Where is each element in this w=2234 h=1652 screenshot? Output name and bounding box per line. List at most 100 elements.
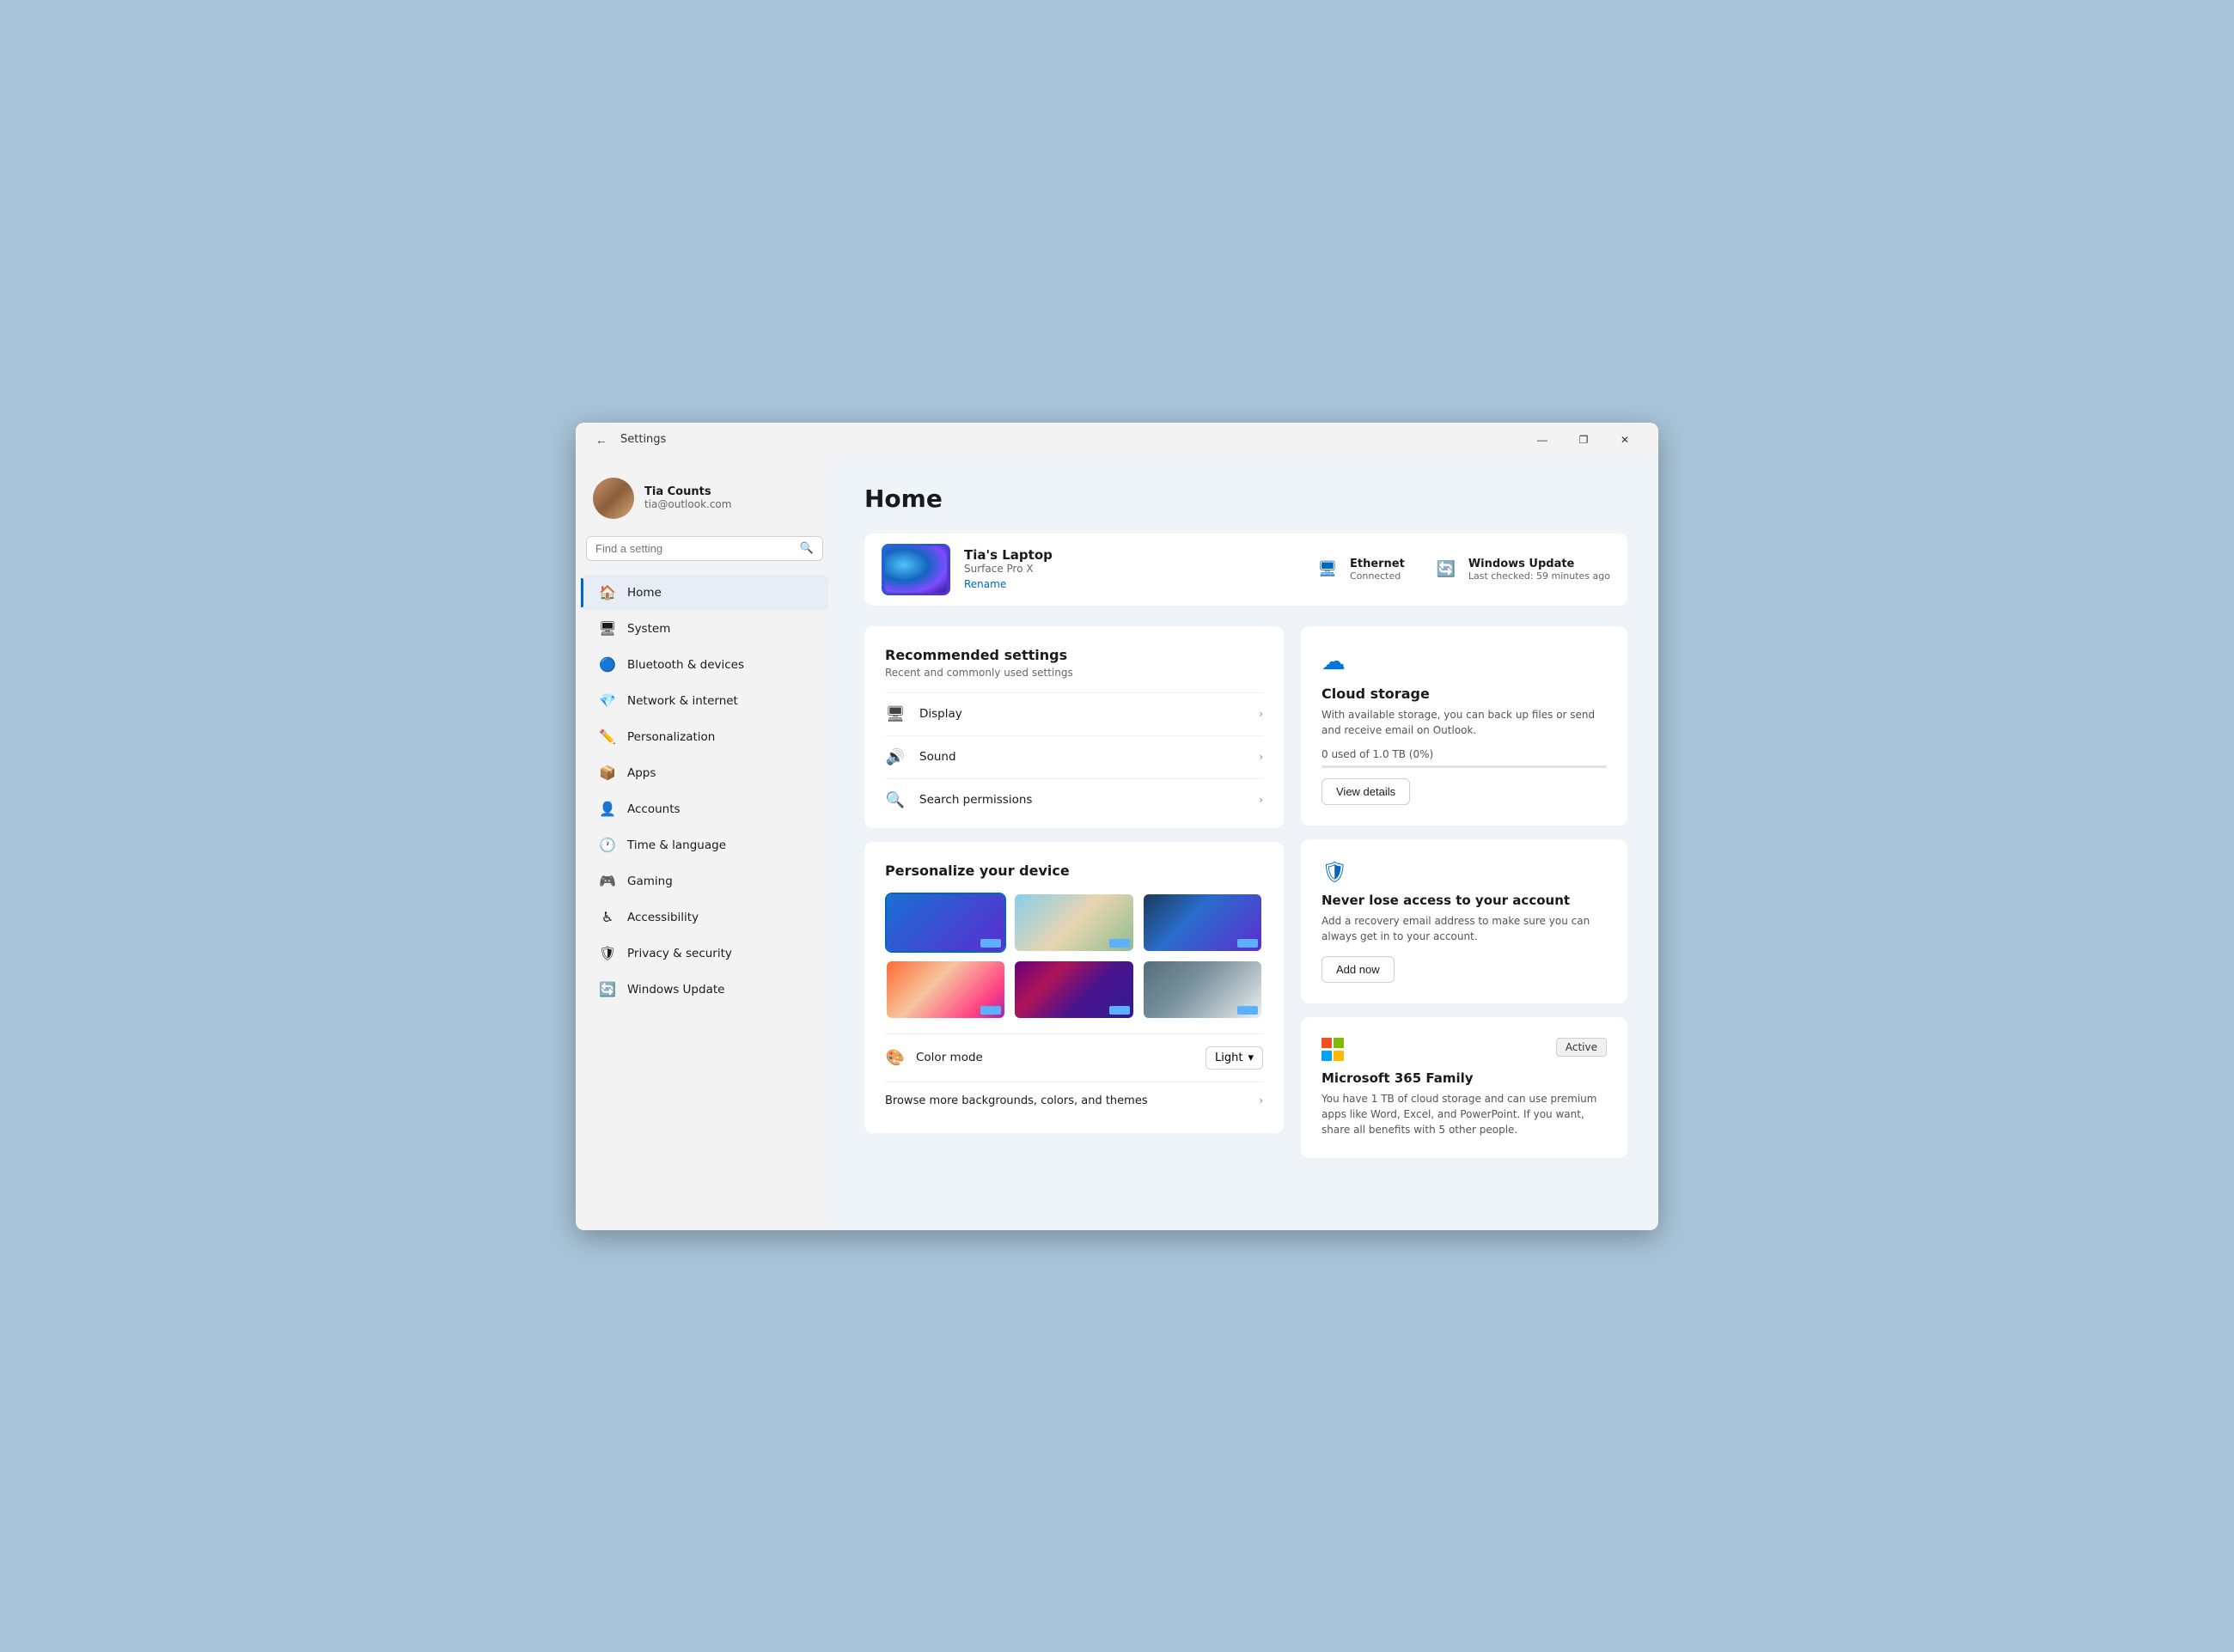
left-column: Recommended settings Recent and commonly…: [864, 626, 1284, 1158]
right-column: ☁ Cloud storage With available storage, …: [1301, 626, 1627, 1158]
nav-container: 🏠 Home 🖥 System 🔵 Bluetooth & devices 💎 …: [576, 575, 833, 1008]
device-model: Surface Pro X: [964, 563, 1314, 575]
maximize-button[interactable]: ❐: [1564, 426, 1603, 454]
cloud-icon: ☁: [1321, 647, 1607, 675]
nav-label-personalization: Personalization: [627, 730, 715, 744]
minimize-button[interactable]: —: [1523, 426, 1562, 454]
browse-label: Browse more backgrounds, colors, and the…: [885, 1094, 1259, 1107]
browse-chevron-icon: ›: [1259, 1094, 1263, 1106]
wallpaper-bar-wp4: [980, 1006, 1001, 1015]
nav-icon-accessibility: ♿: [598, 908, 617, 927]
color-mode-row: 🎨 Color mode Light ▾: [885, 1033, 1263, 1082]
nav-label-accounts: Accounts: [627, 802, 681, 816]
search-icon: 🔍: [800, 542, 814, 555]
wallpaper-wp4[interactable]: [885, 960, 1006, 1020]
sidebar-item-home[interactable]: 🏠 Home: [581, 575, 828, 611]
nav-icon-privacy: 🛡: [598, 944, 617, 963]
sidebar-item-update[interactable]: 🔄 Windows Update: [581, 972, 828, 1008]
nav-icon-system: 🖥: [598, 619, 617, 638]
storage-bar: [1321, 765, 1607, 768]
setting-label-search: Search permissions: [919, 793, 1245, 807]
nav-label-privacy: Privacy & security: [627, 947, 732, 960]
wallpaper-wp6[interactable]: [1142, 960, 1263, 1020]
sidebar-item-accessibility[interactable]: ♿ Accessibility: [581, 899, 828, 936]
wallpaper-wp1[interactable]: [885, 893, 1006, 953]
nav-label-network: Network & internet: [627, 694, 738, 708]
active-badge: Active: [1556, 1038, 1607, 1057]
recommended-item-display[interactable]: 🖥 Display ›: [885, 692, 1263, 735]
device-image: [882, 544, 950, 595]
nav-icon-apps: 📦: [598, 764, 617, 783]
nav-label-system: System: [627, 622, 670, 636]
wallpaper-bar-wp3: [1237, 939, 1258, 948]
ethernet-icon: 🖥: [1314, 556, 1341, 583]
nav-label-accessibility: Accessibility: [627, 911, 699, 924]
rename-link[interactable]: Rename: [964, 578, 1006, 590]
avatar: [593, 478, 634, 519]
m365-title: Microsoft 365 Family: [1321, 1070, 1607, 1086]
wallpaper-bar-wp5: [1109, 1006, 1130, 1015]
m365-logo: [1321, 1038, 1346, 1062]
cloud-description: With available storage, you can back up …: [1321, 707, 1607, 738]
nav-icon-accounts: 👤: [598, 800, 617, 819]
device-info: Tia's Laptop Surface Pro X Rename: [964, 547, 1314, 591]
color-mode-label: Color mode: [916, 1051, 1195, 1064]
color-mode-icon: 🎨: [885, 1049, 906, 1067]
close-button[interactable]: ✕: [1605, 426, 1645, 454]
settings-window: ← Settings — ❐ ✕ Tia Counts tia@outlook.…: [576, 423, 1658, 1230]
recommended-item-search[interactable]: 🔍 Search permissions ›: [885, 778, 1263, 821]
device-image-inner: [885, 546, 947, 593]
right-pane: Home Tia's Laptop Surface Pro X Rename 🖥…: [833, 457, 1658, 1230]
titlebar-left: ← Settings: [589, 428, 666, 452]
shield-icon: 🛡: [1321, 860, 1607, 884]
windows-update-label: Windows Update: [1468, 558, 1610, 570]
windows-update-icon: 🔄: [1432, 556, 1460, 583]
recommended-item-sound[interactable]: 🔊 Sound ›: [885, 735, 1263, 778]
wallpaper-wp2[interactable]: [1013, 893, 1134, 953]
sidebar-item-network[interactable]: 💎 Network & internet: [581, 683, 828, 719]
back-button[interactable]: ←: [589, 428, 613, 452]
sidebar-item-system[interactable]: 🖥 System: [581, 611, 828, 647]
setting-icon-sound: 🔊: [885, 748, 906, 766]
browse-row[interactable]: Browse more backgrounds, colors, and the…: [885, 1082, 1263, 1119]
sidebar-item-accounts[interactable]: 👤 Accounts: [581, 791, 828, 827]
search-input[interactable]: [595, 542, 795, 555]
window-title: Settings: [620, 433, 666, 446]
color-mode-select[interactable]: Light ▾: [1206, 1046, 1263, 1070]
wallpaper-wp3[interactable]: [1142, 893, 1263, 953]
nav-icon-gaming: 🎮: [598, 872, 617, 891]
device-status: 🖥 Ethernet Connected 🔄 Windows Update La…: [1314, 556, 1610, 583]
wallpaper-bar-wp2: [1109, 939, 1130, 948]
sidebar-item-personalization[interactable]: ✏️ Personalization: [581, 719, 828, 755]
setting-label-sound: Sound: [919, 750, 1245, 764]
sidebar-item-privacy[interactable]: 🛡 Privacy & security: [581, 936, 828, 972]
wallpaper-wp5[interactable]: [1013, 960, 1134, 1020]
view-details-button[interactable]: View details: [1321, 778, 1410, 805]
sidebar-item-bluetooth[interactable]: 🔵 Bluetooth & devices: [581, 647, 828, 683]
chevron-down-icon: ▾: [1248, 1052, 1254, 1064]
nav-label-bluetooth: Bluetooth & devices: [627, 658, 744, 672]
cloud-card: ☁ Cloud storage With available storage, …: [1301, 626, 1627, 826]
setting-chevron-sound: ›: [1259, 751, 1263, 763]
add-now-button[interactable]: Add now: [1321, 956, 1395, 983]
user-email: tia@outlook.com: [644, 498, 731, 510]
sidebar: Tia Counts tia@outlook.com 🔍 🏠 Home 🖥 Sy…: [576, 457, 833, 1230]
personalize-title: Personalize your device: [885, 863, 1263, 879]
sidebar-item-time[interactable]: 🕐 Time & language: [581, 827, 828, 863]
sidebar-item-gaming[interactable]: 🎮 Gaming: [581, 863, 828, 899]
m365-description: You have 1 TB of cloud storage and can u…: [1321, 1091, 1607, 1137]
titlebar: ← Settings — ❐ ✕: [576, 423, 1658, 457]
ethernet-status: 🖥 Ethernet Connected: [1314, 556, 1405, 583]
window-controls: — ❐ ✕: [1523, 426, 1645, 454]
nav-icon-time: 🕐: [598, 836, 617, 855]
nav-icon-update: 🔄: [598, 980, 617, 999]
nav-icon-home: 🏠: [598, 583, 617, 602]
ethernet-label: Ethernet: [1350, 558, 1405, 570]
nav-label-home: Home: [627, 586, 662, 600]
recommended-subtitle: Recent and commonly used settings: [885, 667, 1263, 679]
device-bar: Tia's Laptop Surface Pro X Rename 🖥 Ethe…: [864, 533, 1627, 606]
sidebar-item-apps[interactable]: 📦 Apps: [581, 755, 828, 791]
recommended-title: Recommended settings: [885, 647, 1263, 663]
wallpaper-bar-wp1: [980, 939, 1001, 948]
nav-icon-network: 💎: [598, 692, 617, 710]
